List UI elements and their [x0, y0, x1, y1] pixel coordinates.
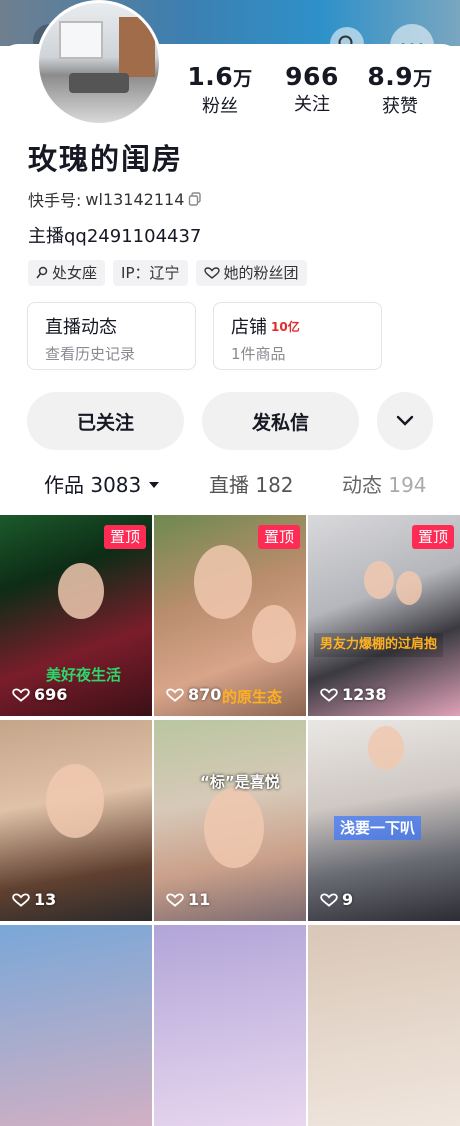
live-card-subtitle: 查看历史记录	[45, 345, 136, 363]
video-likes: 1238	[320, 685, 387, 704]
pinned-badge: 置顶	[257, 525, 300, 549]
pinned-badge: 置顶	[103, 525, 146, 549]
live-card-title: 直播动态	[45, 317, 117, 338]
tag-zodiac-label: 处女座	[52, 264, 98, 282]
tag-zodiac[interactable]: 处女座	[28, 260, 106, 286]
video-caption: “标”是喜悦	[200, 773, 280, 791]
tab-works-count: 3083	[90, 473, 142, 497]
heart-icon	[166, 892, 184, 907]
video-likes-count: 9	[342, 890, 354, 909]
tab-works[interactable]: 作品 3083	[44, 470, 160, 500]
video-likes: 9	[320, 890, 353, 909]
video-tile[interactable]	[154, 925, 306, 1126]
stat-fans[interactable]: 1.6万 粉丝	[180, 62, 260, 120]
stat-likes[interactable]: 8.9万 获赞	[360, 62, 440, 120]
chevron-down-icon	[396, 415, 414, 426]
shop-badge: 10亿	[271, 320, 300, 334]
tag-ip: IP：辽宁	[113, 260, 188, 286]
heart-icon	[320, 892, 338, 907]
video-caption: 美好夜生活	[46, 666, 122, 684]
video-likes: 11	[166, 890, 210, 909]
heart-icon	[12, 687, 30, 702]
stat-following[interactable]: 966 关注	[272, 62, 352, 118]
video-tile[interactable]: 浅要一下叭 9	[308, 720, 460, 921]
fans-unit: 万	[233, 68, 253, 90]
shop-card[interactable]: 店铺 10亿 1件商品	[213, 302, 382, 370]
anchor-contact: 主播qq2491104437	[28, 226, 202, 247]
tag-ip-label: IP：辽宁	[121, 264, 180, 282]
fans-count: 1.6	[187, 62, 234, 91]
video-tile[interactable]	[0, 925, 152, 1126]
live-history-card[interactable]: 直播动态 查看历史记录	[27, 302, 196, 370]
tab-live[interactable]: 直播 182	[209, 470, 294, 500]
video-likes-count: 11	[188, 890, 211, 909]
video-tile[interactable]	[308, 925, 460, 1126]
tag-fan-club-label: 她的粉丝团	[223, 264, 299, 282]
likes-count: 8.9	[367, 62, 414, 91]
caret-down-icon	[148, 482, 159, 488]
video-likes-count: 1238	[342, 685, 387, 704]
video-tile[interactable]: 13	[0, 720, 152, 921]
profile-tags: 处女座 IP：辽宁 她的粉丝团	[28, 260, 307, 286]
copy-icon[interactable]	[188, 192, 202, 206]
video-likes-count: 870	[188, 685, 222, 704]
kuaishou-id-label: 快手号:	[28, 191, 82, 210]
video-tile[interactable]: 置顶 男友力爆棚的过肩抱 1238	[308, 515, 460, 716]
tab-moments-count: 194	[388, 473, 427, 497]
heart-icon	[166, 687, 184, 702]
followed-button[interactable]: 已关注	[27, 392, 184, 450]
kuaishou-id-row[interactable]: 快手号: wl13142114	[28, 187, 202, 211]
video-likes-count: 696	[34, 685, 68, 704]
video-tile[interactable]: 置顶 美好夜生活 696	[0, 515, 152, 716]
video-likes: 13	[12, 890, 56, 909]
tab-live-count: 182	[255, 473, 294, 497]
video-grid: 置顶 美好夜生活 696 置顶 的原生态 870 置顶 男友力爆棚的过肩抱 12…	[0, 515, 460, 1126]
tab-works-label: 作品	[44, 473, 84, 497]
heart-icon	[320, 687, 338, 702]
kuaishou-id-value: wl13142114	[85, 189, 185, 209]
video-caption: 男友力爆棚的过肩抱	[314, 633, 444, 657]
heart-icon	[203, 267, 220, 279]
female-icon	[36, 266, 48, 279]
profile-stats: 1.6万 粉丝 966 关注 8.9万 获赞	[180, 62, 450, 122]
video-likes: 696	[12, 685, 67, 704]
fans-label: 粉丝	[202, 96, 238, 117]
video-caption: 浅要一下叭	[334, 816, 422, 840]
video-tile[interactable]: 置顶 的原生态 870	[154, 515, 306, 716]
likes-unit: 万	[413, 68, 433, 90]
send-message-button[interactable]: 发私信	[202, 392, 359, 450]
likes-label: 获赞	[382, 96, 418, 117]
video-likes: 870	[166, 685, 221, 704]
tab-moments[interactable]: 动态 194	[342, 470, 427, 500]
tab-moments-label: 动态	[342, 473, 382, 497]
video-likes-count: 13	[34, 890, 57, 909]
shop-card-title: 店铺	[231, 317, 267, 338]
pinned-badge: 置顶	[411, 525, 454, 549]
shop-card-subtitle: 1件商品	[231, 345, 286, 363]
video-tile[interactable]: “标”是喜悦 11	[154, 720, 306, 921]
profile-name: 玫瑰的闺房	[28, 142, 184, 176]
expand-button[interactable]	[377, 392, 433, 450]
following-count: 966	[285, 62, 339, 91]
tag-fan-club[interactable]: 她的粉丝团	[195, 260, 307, 286]
heart-icon	[12, 892, 30, 907]
video-caption: 的原生态	[222, 688, 283, 706]
avatar[interactable]	[36, 0, 162, 126]
following-label: 关注	[294, 94, 330, 115]
tab-live-label: 直播	[209, 473, 249, 497]
content-tabs: 作品 3083 直播 182 动态 194	[0, 470, 460, 504]
